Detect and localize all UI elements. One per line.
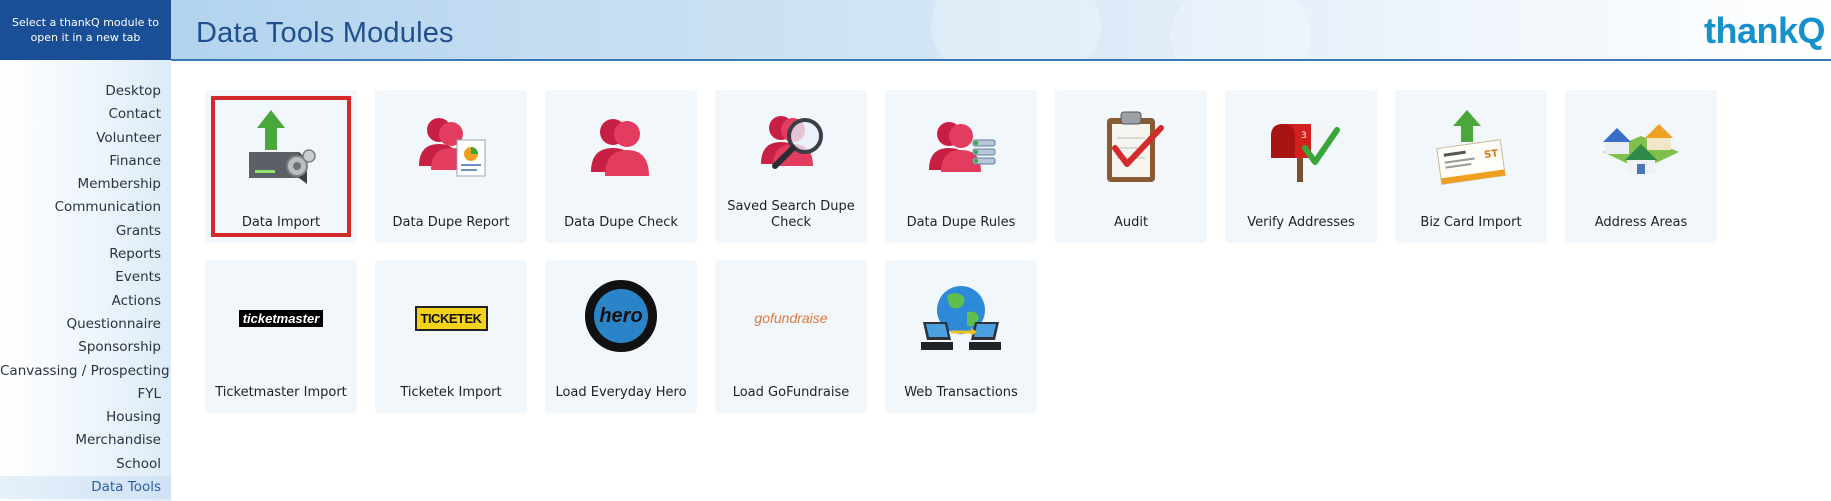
dupe-check-icon: [581, 108, 661, 188]
page-title: Data Tools Modules: [196, 17, 454, 49]
module-tile-biz-card-import[interactable]: ST Biz Card Import: [1395, 90, 1547, 243]
module-label: Ticketmaster Import: [215, 385, 347, 400]
module-label: Data Dupe Report: [392, 215, 510, 230]
module-label: Audit: [1113, 215, 1149, 230]
module-label: Verify Addresses: [1247, 215, 1355, 230]
module-tile-address-areas[interactable]: Address Areas: [1565, 90, 1717, 243]
nav-item-events[interactable]: Events: [0, 266, 161, 289]
svg-text:ST: ST: [1483, 148, 1499, 161]
nav-item-sponsorship[interactable]: Sponsorship: [0, 336, 161, 359]
nav-item-reports[interactable]: Reports: [0, 243, 161, 266]
module-nav: Desktop Contact Volunteer Finance Member…: [0, 80, 171, 500]
module-tile-data-dupe-rules[interactable]: Data Dupe Rules: [885, 90, 1037, 243]
module-label: Ticketek Import: [400, 385, 502, 400]
nav-item-merchandise[interactable]: Merchandise: [0, 429, 161, 452]
module-tile-saved-search-dupe-check[interactable]: Saved Search Dupe Check: [715, 90, 867, 243]
sidebar: Select a thankQ module to open it in a n…: [0, 0, 171, 501]
module-label: Load GoFundraise: [732, 385, 850, 400]
module-label: Address Areas: [1594, 215, 1688, 230]
nav-item-actions[interactable]: Actions: [0, 290, 161, 313]
nav-item-housing[interactable]: Housing: [0, 406, 161, 429]
module-tile-data-import[interactable]: Data Import: [205, 90, 357, 243]
module-tile-data-dupe-check[interactable]: Data Dupe Check: [545, 90, 697, 243]
thankq-logo: thankQ: [1703, 10, 1826, 51]
module-tile-ticketmaster-import[interactable]: ticketmaster Ticketmaster Import: [205, 260, 357, 413]
sidebar-hint: Select a thankQ module to open it in a n…: [0, 0, 171, 60]
ticketmaster-logo-text: ticketmaster: [238, 309, 324, 327]
module-tile-audit[interactable]: Audit: [1055, 90, 1207, 243]
dupe-report-icon: [411, 108, 491, 188]
module-tile-load-gofundraise[interactable]: gofundraise Load GoFundraise: [715, 260, 867, 413]
saved-search-icon: [751, 108, 831, 188]
nav-item-school[interactable]: School: [0, 453, 161, 476]
ticketek-logo: TICKETEK: [391, 278, 511, 358]
everyday-hero-logo-text: hero: [599, 304, 643, 327]
nav-item-desktop[interactable]: Desktop: [0, 80, 161, 103]
clipboard-check-icon: [1091, 108, 1171, 188]
gofundraise-logo-text: gofundraise: [754, 310, 828, 326]
ticketmaster-logo: ticketmaster: [221, 278, 341, 358]
globe-network-icon: [921, 278, 1001, 358]
nav-item-communication[interactable]: Communication: [0, 196, 161, 219]
nav-item-questionnaire[interactable]: Questionnaire: [0, 313, 161, 336]
module-tile-load-everyday-hero[interactable]: hero Load Everyday Hero: [545, 260, 697, 413]
ticketek-logo-text: TICKETEK: [414, 305, 488, 331]
nav-item-canvassing[interactable]: Canvassing / Prospecting: [0, 360, 170, 383]
server-import-icon: [241, 108, 321, 188]
module-tile-verify-addresses[interactable]: 3 Verify Addresses: [1225, 90, 1377, 243]
nav-item-finance[interactable]: Finance: [0, 150, 161, 173]
module-label: Saved Search Dupe Check: [727, 199, 855, 230]
module-label: Web Transactions: [904, 385, 1018, 400]
gofundraise-logo: gofundraise: [731, 278, 851, 358]
nav-item-fyl[interactable]: FYL: [0, 383, 161, 406]
module-tile-ticketek-import[interactable]: TICKETEK Ticketek Import: [375, 260, 527, 413]
module-label: Data Dupe Check: [564, 215, 678, 230]
module-tile-data-dupe-report[interactable]: Data Dupe Report: [375, 90, 527, 243]
mailbox-icon: 3: [1261, 108, 1341, 188]
module-label: Data Import: [241, 215, 321, 230]
business-card-icon: ST: [1431, 108, 1511, 188]
dupe-rules-icon: [921, 108, 1001, 188]
module-label: Data Dupe Rules: [906, 215, 1016, 230]
houses-icon: [1601, 108, 1681, 188]
nav-item-contact[interactable]: Contact: [0, 103, 161, 126]
nav-item-membership[interactable]: Membership: [0, 173, 161, 196]
nav-item-grants[interactable]: Grants: [0, 220, 161, 243]
nav-item-data-tools[interactable]: Data Tools: [0, 476, 171, 500]
module-tile-web-transactions[interactable]: Web Transactions: [885, 260, 1037, 413]
header-decoration: [931, 0, 1101, 59]
page-header: Data Tools Modules thankQ: [171, 0, 1831, 61]
nav-item-volunteer[interactable]: Volunteer: [0, 127, 161, 150]
everyday-hero-logo: hero: [585, 280, 657, 352]
svg-text:3: 3: [1301, 131, 1307, 141]
header-decoration: [1171, 0, 1311, 59]
module-label: Load Everyday Hero: [555, 385, 687, 400]
module-label: Biz Card Import: [1420, 215, 1522, 230]
